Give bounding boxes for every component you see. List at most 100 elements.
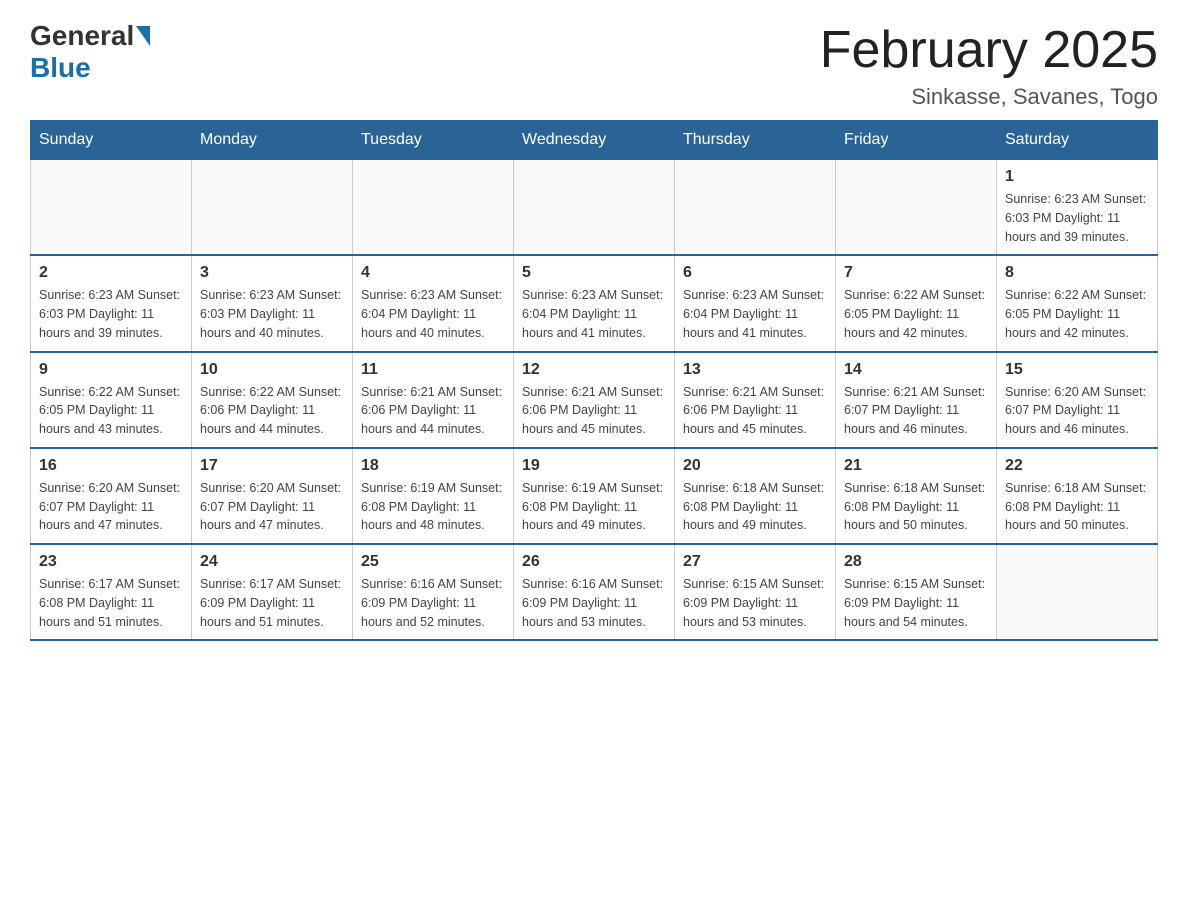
calendar-cell: 16 Sunrise: 6:20 AM Sunset: 6:07 PM Dayli… [31, 448, 192, 544]
calendar-cell: 23Sunrise: 6:17 AM Sunset: 6:08 PM Dayli… [31, 544, 192, 640]
day-info: Sunrise: 6:16 AM Sunset: 6:09 PM Dayligh… [522, 575, 666, 631]
day-info: Sunrise: 6:23 AM Sunset: 6:04 PM Dayligh… [683, 286, 827, 342]
calendar-cell: 28 Sunrise: 6:15 AM Sunset: 6:09 PM Dayli… [836, 544, 997, 640]
day-info: Sunrise: 6:17 AM Sunset: 6:09 PM Dayligh… [200, 575, 344, 631]
logo-blue-text: Blue [30, 52, 91, 84]
calendar-cell: 14 Sunrise: 6:21 AM Sunset: 6:07 PM Dayli… [836, 352, 997, 448]
calendar-week-row: 1 Sunrise: 6:23 AM Sunset: 6:03 PM Daylig… [31, 160, 1158, 256]
day-info: Sunrise: 6:15 AM Sunset: 6:09 PM Dayligh… [844, 575, 988, 631]
day-info: Sunrise: 6:20 AM Sunset: 6:07 PM Dayligh… [39, 479, 183, 535]
calendar-cell: 20 Sunrise: 6:18 AM Sunset: 6:08 PM Dayli… [675, 448, 836, 544]
day-number: 11 [361, 361, 505, 379]
calendar-cell: 12 Sunrise: 6:21 AM Sunset: 6:06 PM Dayli… [514, 352, 675, 448]
calendar-cell: 4 Sunrise: 6:23 AM Sunset: 6:04 PM Daylig… [353, 255, 514, 351]
day-info: Sunrise: 6:22 AM Sunset: 6:05 PM Dayligh… [844, 286, 988, 342]
logo: General Blue [30, 20, 152, 84]
day-info: Sunrise: 6:19 AM Sunset: 6:08 PM Dayligh… [522, 479, 666, 535]
day-number: 18 [361, 457, 505, 475]
day-number: 12 [522, 361, 666, 379]
calendar-cell: 19 Sunrise: 6:19 AM Sunset: 6:08 PM Dayli… [514, 448, 675, 544]
day-number: 14 [844, 361, 988, 379]
calendar-cell: 22 Sunrise: 6:18 AM Sunset: 6:08 PM Dayli… [997, 448, 1158, 544]
day-number: 3 [200, 264, 344, 282]
day-number: 2 [39, 264, 183, 282]
day-info: Sunrise: 6:23 AM Sunset: 6:03 PM Dayligh… [39, 286, 183, 342]
calendar-cell [514, 160, 675, 256]
logo-general-text: General [30, 20, 134, 52]
day-header-monday: Monday [192, 121, 353, 160]
calendar-cell: 27 Sunrise: 6:15 AM Sunset: 6:09 PM Dayli… [675, 544, 836, 640]
day-info: Sunrise: 6:18 AM Sunset: 6:08 PM Dayligh… [683, 479, 827, 535]
calendar-cell: 18 Sunrise: 6:19 AM Sunset: 6:08 PM Dayli… [353, 448, 514, 544]
day-info: Sunrise: 6:22 AM Sunset: 6:05 PM Dayligh… [1005, 286, 1149, 342]
calendar-cell [675, 160, 836, 256]
day-info: Sunrise: 6:18 AM Sunset: 6:08 PM Dayligh… [844, 479, 988, 535]
day-number: 9 [39, 361, 183, 379]
day-header-sunday: Sunday [31, 121, 192, 160]
day-header-tuesday: Tuesday [353, 121, 514, 160]
calendar-cell [31, 160, 192, 256]
day-header-friday: Friday [836, 121, 997, 160]
calendar-cell: 8 Sunrise: 6:22 AM Sunset: 6:05 PM Daylig… [997, 255, 1158, 351]
day-info: Sunrise: 6:23 AM Sunset: 6:04 PM Dayligh… [522, 286, 666, 342]
day-info: Sunrise: 6:21 AM Sunset: 6:06 PM Dayligh… [683, 383, 827, 439]
calendar-cell: 17 Sunrise: 6:20 AM Sunset: 6:07 PM Dayli… [192, 448, 353, 544]
day-info: Sunrise: 6:20 AM Sunset: 6:07 PM Dayligh… [200, 479, 344, 535]
day-number: 25 [361, 553, 505, 571]
day-number: 16 [39, 457, 183, 475]
day-info: Sunrise: 6:20 AM Sunset: 6:07 PM Dayligh… [1005, 383, 1149, 439]
day-number: 24 [200, 553, 344, 571]
calendar-title: February 2025 [820, 20, 1158, 80]
day-info: Sunrise: 6:18 AM Sunset: 6:08 PM Dayligh… [1005, 479, 1149, 535]
day-info: Sunrise: 6:22 AM Sunset: 6:05 PM Dayligh… [39, 383, 183, 439]
day-info: Sunrise: 6:21 AM Sunset: 6:06 PM Dayligh… [522, 383, 666, 439]
day-info: Sunrise: 6:21 AM Sunset: 6:06 PM Dayligh… [361, 383, 505, 439]
day-number: 27 [683, 553, 827, 571]
day-number: 28 [844, 553, 988, 571]
calendar-subtitle: Sinkasse, Savanes, Togo [820, 84, 1158, 110]
calendar-table: SundayMondayTuesdayWednesdayThursdayFrid… [30, 120, 1158, 641]
calendar-week-row: 23Sunrise: 6:17 AM Sunset: 6:08 PM Dayli… [31, 544, 1158, 640]
day-number: 17 [200, 457, 344, 475]
calendar-week-row: 16 Sunrise: 6:20 AM Sunset: 6:07 PM Dayli… [31, 448, 1158, 544]
calendar-cell: 25 Sunrise: 6:16 AM Sunset: 6:09 PM Dayli… [353, 544, 514, 640]
calendar-cell: 9 Sunrise: 6:22 AM Sunset: 6:05 PM Daylig… [31, 352, 192, 448]
day-header-thursday: Thursday [675, 121, 836, 160]
calendar-cell: 24 Sunrise: 6:17 AM Sunset: 6:09 PM Dayli… [192, 544, 353, 640]
calendar-cell: 26 Sunrise: 6:16 AM Sunset: 6:09 PM Dayli… [514, 544, 675, 640]
day-header-saturday: Saturday [997, 121, 1158, 160]
day-info: Sunrise: 6:23 AM Sunset: 6:03 PM Dayligh… [1005, 190, 1149, 246]
page-header: General Blue February 2025 Sinkasse, Sav… [30, 20, 1158, 110]
calendar-cell [353, 160, 514, 256]
calendar-cell: 10 Sunrise: 6:22 AM Sunset: 6:06 PM Dayli… [192, 352, 353, 448]
day-info: Sunrise: 6:23 AM Sunset: 6:04 PM Dayligh… [361, 286, 505, 342]
day-header-wednesday: Wednesday [514, 121, 675, 160]
day-number: 4 [361, 264, 505, 282]
day-number: 19 [522, 457, 666, 475]
calendar-cell [836, 160, 997, 256]
logo-triangle-icon [136, 26, 150, 46]
calendar-cell: 15Sunrise: 6:20 AM Sunset: 6:07 PM Dayli… [997, 352, 1158, 448]
calendar-cell [192, 160, 353, 256]
day-number: 1 [1005, 168, 1149, 186]
day-number: 26 [522, 553, 666, 571]
day-info: Sunrise: 6:22 AM Sunset: 6:06 PM Dayligh… [200, 383, 344, 439]
day-info: Sunrise: 6:16 AM Sunset: 6:09 PM Dayligh… [361, 575, 505, 631]
day-info: Sunrise: 6:17 AM Sunset: 6:08 PM Dayligh… [39, 575, 183, 631]
day-number: 22 [1005, 457, 1149, 475]
day-header-row: SundayMondayTuesdayWednesdayThursdayFrid… [31, 121, 1158, 160]
calendar-week-row: 2 Sunrise: 6:23 AM Sunset: 6:03 PM Daylig… [31, 255, 1158, 351]
calendar-cell: 6 Sunrise: 6:23 AM Sunset: 6:04 PM Daylig… [675, 255, 836, 351]
day-number: 8 [1005, 264, 1149, 282]
day-info: Sunrise: 6:15 AM Sunset: 6:09 PM Dayligh… [683, 575, 827, 631]
calendar-cell: 21 Sunrise: 6:18 AM Sunset: 6:08 PM Dayli… [836, 448, 997, 544]
day-number: 5 [522, 264, 666, 282]
day-info: Sunrise: 6:19 AM Sunset: 6:08 PM Dayligh… [361, 479, 505, 535]
calendar-cell [997, 544, 1158, 640]
day-number: 20 [683, 457, 827, 475]
calendar-cell: 7Sunrise: 6:22 AM Sunset: 6:05 PM Daylig… [836, 255, 997, 351]
day-number: 10 [200, 361, 344, 379]
day-number: 21 [844, 457, 988, 475]
day-info: Sunrise: 6:21 AM Sunset: 6:07 PM Dayligh… [844, 383, 988, 439]
day-number: 6 [683, 264, 827, 282]
